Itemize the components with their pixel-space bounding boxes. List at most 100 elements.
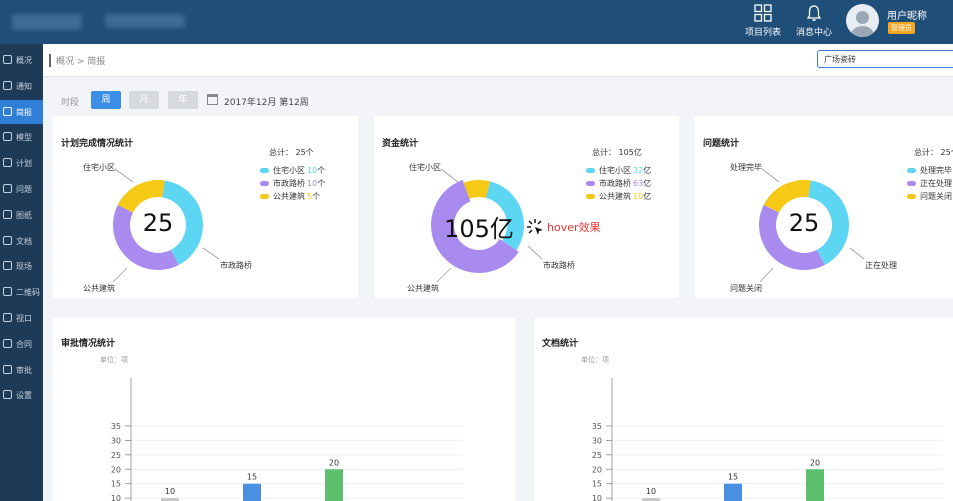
legend-value: 10 bbox=[307, 166, 318, 175]
sidebar-item[interactable]: 概况 bbox=[0, 48, 43, 72]
bar-chart: 1015202530351015205 bbox=[111, 378, 463, 501]
y-tick-label: 25 bbox=[592, 451, 602, 460]
sidebar-item-label: 合同 bbox=[16, 339, 32, 349]
donut-segment[interactable] bbox=[763, 180, 811, 213]
y-tick-label: 30 bbox=[111, 436, 121, 445]
legend-item[interactable]: 正在处理10个 bbox=[907, 177, 953, 190]
donut-chart bbox=[112, 168, 220, 283]
segment-label: 市政路桥 bbox=[543, 261, 575, 270]
user-name[interactable]: 用户昵称 bbox=[887, 7, 927, 22]
sidebar-item[interactable]: 图纸 bbox=[0, 203, 43, 227]
grid-icon bbox=[754, 4, 772, 22]
donut-segment[interactable] bbox=[117, 180, 165, 213]
legend-name: 公共建筑 bbox=[273, 192, 305, 201]
segment-label: 问题关闭 bbox=[730, 284, 762, 293]
sidebar-item[interactable]: 现场 bbox=[0, 254, 43, 278]
legend-swatch bbox=[586, 168, 595, 173]
legend-unit: 个 bbox=[317, 179, 326, 188]
approval-statistics-card: 审批情况统计单位：项1015202530351015205 bbox=[53, 318, 515, 501]
sidebar-item[interactable]: 计划 bbox=[0, 151, 43, 175]
legend-item[interactable]: 处理完毕10个 bbox=[907, 164, 953, 177]
sidebar-item[interactable]: 审批 bbox=[0, 358, 43, 382]
legend-swatch bbox=[586, 194, 595, 199]
segment-label: 处理完毕 bbox=[730, 163, 762, 172]
legend-value: 10 bbox=[307, 179, 318, 188]
sidebar-item-label: 二维码 bbox=[16, 288, 40, 298]
segment-label: 公共建筑 bbox=[83, 284, 115, 293]
legend-value: 32 bbox=[633, 166, 644, 175]
sidebar-item[interactable]: 二维码 bbox=[0, 280, 43, 304]
message-center-label: 消息中心 bbox=[796, 28, 833, 38]
sidebar-item-label: 模型 bbox=[16, 133, 32, 143]
approval-icon bbox=[3, 364, 12, 374]
legend-item[interactable]: 住宅小区 32亿 bbox=[586, 164, 651, 177]
sidebar-item[interactable]: 问题 bbox=[0, 177, 43, 201]
plan-completion-card: 计划完成情况统计 总计： 25个 住宅小区 市政路桥 公共建筑 25 住宅小区 10个 市政路桥… bbox=[53, 116, 358, 298]
sidebar-item[interactable]: 合同 bbox=[0, 332, 43, 356]
legend-swatch bbox=[586, 181, 595, 186]
period-label: 时段 bbox=[61, 98, 80, 108]
legend-swatch bbox=[260, 168, 269, 173]
donut-chart bbox=[431, 168, 543, 283]
period-year-button[interactable]: 年 bbox=[168, 91, 198, 109]
viewport-icon bbox=[3, 313, 12, 322]
sidebar-item-label: 现场 bbox=[16, 262, 32, 272]
y-tick-label: 20 bbox=[111, 465, 121, 474]
legend-name: 住宅小区 bbox=[599, 166, 631, 175]
fund-statistics-card: 资金统计 总计： 105亿 住宅小区 市政路桥 公共建筑 105亿 住宅小区 32亿 市政路桥 6… bbox=[374, 116, 679, 298]
legend-name: 处理完毕 bbox=[920, 166, 952, 175]
legend-item[interactable]: 公共建筑 5个 bbox=[260, 190, 325, 203]
period-month-button[interactable]: 月 bbox=[129, 91, 159, 109]
message-center-button[interactable]: 消息中心 bbox=[796, 4, 832, 38]
center-value: 105亿 bbox=[444, 215, 514, 243]
sidebar-item[interactable]: 通知 bbox=[0, 74, 43, 98]
legend-name: 问题关闭 bbox=[920, 192, 952, 201]
legend-item[interactable]: 住宅小区 10个 bbox=[260, 164, 325, 177]
legend-swatch bbox=[907, 168, 916, 173]
sidebar-item[interactable]: 模型 bbox=[0, 125, 43, 149]
legend-value: 10 bbox=[633, 192, 644, 201]
legend-swatch bbox=[907, 181, 916, 186]
period-week-button[interactable]: 周 bbox=[91, 91, 121, 109]
y-tick-label: 25 bbox=[111, 451, 121, 460]
bar-value-label: 10 bbox=[165, 487, 175, 496]
label-leader-line bbox=[759, 267, 774, 283]
legend-swatch bbox=[260, 181, 269, 186]
bar-value-label: 20 bbox=[810, 458, 820, 467]
bar-value-label: 10 bbox=[646, 487, 656, 496]
avatar[interactable] bbox=[846, 4, 879, 37]
bar[interactable] bbox=[724, 483, 742, 501]
sidebar-item[interactable]: 设置 bbox=[0, 383, 43, 407]
search-input[interactable]: 广场瓷砖 bbox=[817, 50, 953, 68]
bar[interactable] bbox=[806, 469, 824, 501]
project-list-button[interactable]: 项目列表 bbox=[745, 4, 781, 38]
bell-icon bbox=[806, 5, 822, 21]
project-list-label: 项目列表 bbox=[745, 28, 782, 38]
bar[interactable] bbox=[325, 469, 343, 501]
legend-item[interactable]: 市政路桥 63亿 bbox=[586, 177, 651, 190]
sidebar-item[interactable]: 文档 bbox=[0, 229, 43, 253]
sidebar-item[interactable]: 视口 bbox=[0, 306, 43, 330]
sidebar-item-label: 视口 bbox=[16, 314, 32, 323]
sidebar-item[interactable]: 简报 bbox=[0, 99, 43, 124]
notification-icon bbox=[3, 80, 12, 90]
overview-icon bbox=[3, 55, 12, 64]
legend-item[interactable]: 公共建筑 10亿 bbox=[586, 190, 651, 203]
y-tick-label: 10 bbox=[592, 494, 602, 501]
legend-name: 正在处理 bbox=[920, 179, 952, 188]
segment-label: 正在处理 bbox=[865, 261, 897, 270]
legend-item[interactable]: 市政路桥 10个 bbox=[260, 177, 325, 190]
calendar-icon[interactable] bbox=[207, 94, 218, 105]
legend: 住宅小区 10个 市政路桥 10个 公共建筑 5个 bbox=[260, 164, 325, 203]
sidebar-item-label: 计划 bbox=[16, 159, 32, 169]
document-icon bbox=[3, 235, 12, 245]
label-leader-line bbox=[849, 247, 865, 260]
label-leader-line bbox=[114, 168, 134, 183]
sidebar-item-label: 问题 bbox=[16, 185, 32, 194]
bar-chart: 1015202530351015205 bbox=[592, 378, 943, 501]
issue-icon bbox=[3, 184, 12, 193]
legend-item[interactable]: 问题关闭5个 bbox=[907, 190, 953, 203]
bar[interactable] bbox=[243, 483, 261, 501]
hover-effect-note: hover效果 bbox=[547, 221, 601, 234]
report-icon bbox=[3, 106, 12, 116]
